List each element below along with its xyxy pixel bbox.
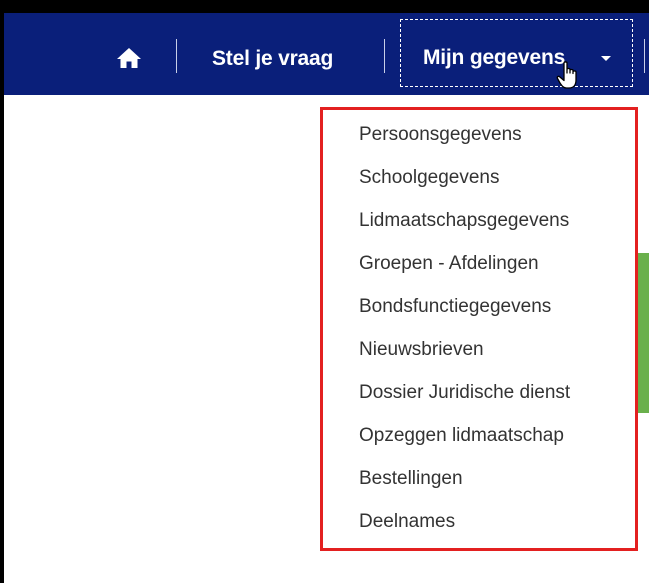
nav-link-stel-je-vraag[interactable]: Stel je vraag [212, 47, 333, 71]
top-navbar: Stel je vraag Mijn gegevens [4, 13, 649, 95]
menu-item-bondsfunctiegegevens[interactable]: Bondsfunctiegegevens [359, 296, 551, 318]
menu-item-nieuwsbrieven[interactable]: Nieuwsbrieven [359, 339, 484, 361]
mijn-gegevens-dropdown-menu: Persoonsgegevens Schoolgegevens Lidmaats… [320, 107, 638, 551]
menu-item-deelnames[interactable]: Deelnames [359, 511, 455, 533]
nav-separator [644, 39, 645, 73]
menu-item-opzeggen-lidmaatschap[interactable]: Opzeggen lidmaatschap [359, 425, 564, 447]
nav-separator [384, 39, 385, 73]
menu-item-bestellingen[interactable]: Bestellingen [359, 468, 463, 490]
menu-item-schoolgegevens[interactable]: Schoolgegevens [359, 167, 500, 189]
menu-item-groepen-afdelingen[interactable]: Groepen - Afdelingen [359, 253, 539, 275]
dropdown-label: Mijn gegevens [423, 46, 566, 69]
home-icon[interactable] [116, 47, 142, 69]
caret-down-icon [601, 56, 611, 61]
mijn-gegevens-dropdown-button[interactable]: Mijn gegevens [400, 19, 633, 89]
menu-item-lidmaatschapsgegevens[interactable]: Lidmaatschapsgegevens [359, 210, 569, 232]
menu-item-dossier-juridische-dienst[interactable]: Dossier Juridische dienst [359, 382, 570, 404]
hand-pointer-icon [556, 61, 577, 89]
page-frame: Stel je vraag Mijn gegevens Persoonsgege… [4, 13, 649, 583]
nav-separator [176, 39, 177, 73]
menu-item-persoonsgegevens[interactable]: Persoonsgegevens [359, 124, 522, 146]
